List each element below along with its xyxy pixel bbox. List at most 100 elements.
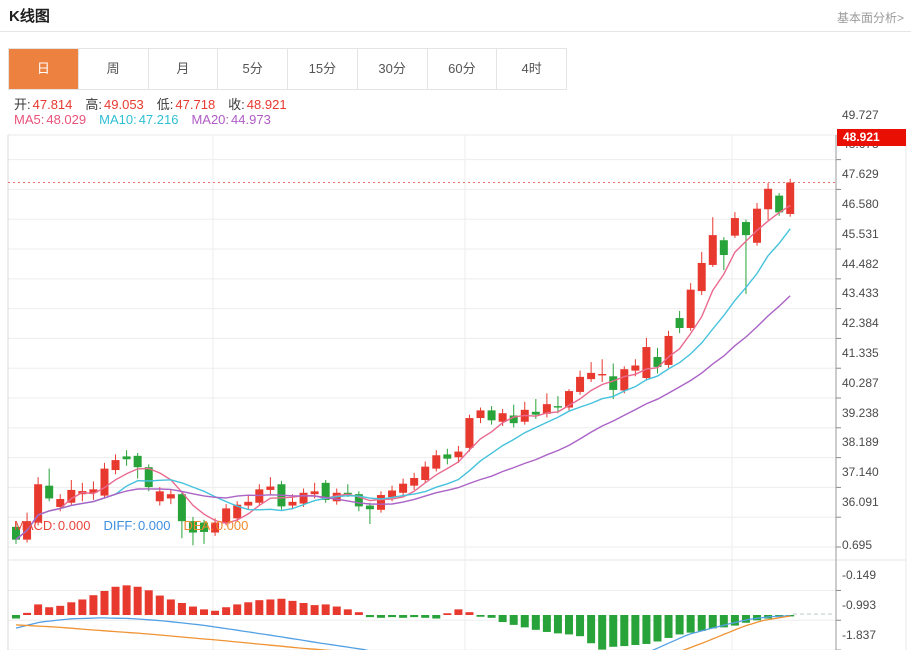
- candle-body: [421, 467, 429, 480]
- macd-hist-bar: [23, 613, 31, 615]
- candle-body: [410, 478, 418, 486]
- macd-hist-bar: [34, 604, 42, 615]
- axis-tick-label: 0.695: [842, 538, 872, 552]
- axis-tick-label: 39.238: [842, 406, 879, 420]
- candle-body: [731, 218, 739, 236]
- tab-5分[interactable]: 5分: [218, 49, 288, 89]
- candle-body: [554, 406, 562, 407]
- candle-body: [45, 486, 53, 499]
- readout-item: MA10:47.216: [99, 112, 178, 127]
- candle-body: [300, 493, 308, 504]
- axis-tick-label: -0.149: [842, 568, 876, 582]
- axis-tick-label: 49.727: [842, 108, 879, 122]
- axis-tick-label: 38.189: [842, 435, 879, 449]
- macd-hist-bar: [322, 604, 330, 615]
- macd-hist-bar: [510, 615, 518, 625]
- macd-hist-bar: [12, 615, 20, 619]
- candle-body: [576, 377, 584, 392]
- macd-hist-bar: [222, 607, 230, 615]
- macd-hist-bar: [123, 585, 131, 615]
- tab-月[interactable]: 月: [149, 49, 219, 89]
- macd-hist-bar: [477, 615, 485, 617]
- candle-body: [443, 454, 451, 458]
- axis-tick-label: 42.384: [842, 316, 879, 330]
- dea-line: [16, 616, 790, 650]
- macd-hist-bar: [399, 615, 407, 618]
- candle-body: [167, 494, 175, 498]
- interval-tabbar: 日周月5分15分30分60分4时: [8, 48, 567, 90]
- tab-周[interactable]: 周: [79, 49, 149, 89]
- macd-hist-bar: [598, 615, 606, 650]
- macd-hist-bar: [200, 609, 208, 615]
- tab-15分[interactable]: 15分: [288, 49, 358, 89]
- macd-hist-bar: [266, 599, 274, 615]
- candle-body: [775, 196, 783, 213]
- macd-hist-bar: [45, 607, 53, 615]
- macd-hist-bar: [554, 615, 562, 633]
- candle-body: [266, 487, 274, 490]
- tab-日[interactable]: 日: [9, 49, 79, 89]
- macd-hist-bar: [289, 601, 297, 615]
- macd-hist-bar: [709, 615, 717, 628]
- page-title: K线图: [9, 5, 50, 26]
- ma20-line: [16, 296, 790, 540]
- candle-body: [488, 410, 496, 420]
- candle-body: [687, 290, 695, 328]
- macd-hist-bar: [543, 615, 551, 632]
- header-divider: [0, 31, 911, 32]
- candle-body: [720, 240, 728, 255]
- readout-item: MA20:44.973: [191, 112, 270, 127]
- macd-hist-bar: [388, 615, 396, 617]
- macd-hist-bar: [532, 615, 540, 630]
- axis-tick-label: 45.531: [842, 227, 879, 241]
- macd-hist-bar: [488, 615, 496, 618]
- macd-hist-bar: [432, 615, 440, 619]
- candle-body: [123, 456, 131, 459]
- candle-body: [465, 418, 473, 448]
- fundamental-analysis-link[interactable]: 基本面分析>: [837, 9, 904, 26]
- macd-hist-bar: [443, 613, 451, 615]
- macd-hist-bar: [56, 606, 64, 615]
- last-price-tag: 48.921: [837, 129, 906, 146]
- axis-tick-label: 36.091: [842, 495, 879, 509]
- macd-hist-bar: [233, 604, 241, 615]
- macd-hist-bar: [642, 615, 650, 644]
- candle-body: [432, 455, 440, 468]
- tab-4时[interactable]: 4时: [497, 49, 566, 89]
- macd-hist-bar: [255, 600, 263, 615]
- macd-hist-bar: [344, 609, 352, 615]
- candle-body: [598, 374, 606, 375]
- macd-hist-bar: [676, 615, 684, 634]
- macd-hist-bar: [454, 609, 462, 615]
- readout-item: 收:48.921: [228, 97, 286, 112]
- macd-hist-bar: [698, 615, 706, 631]
- candle-body: [709, 235, 717, 265]
- tab-30分[interactable]: 30分: [358, 49, 428, 89]
- candle-body: [609, 376, 617, 390]
- axis-tick-label: 47.629: [842, 167, 879, 181]
- macd-hist-bar: [100, 591, 108, 615]
- chart-area: 开:47.814高:49.053低:47.718收:48.921 MA5:48.…: [0, 90, 911, 643]
- tab-60分[interactable]: 60分: [428, 49, 498, 89]
- macd-hist-bar: [67, 602, 75, 615]
- readout-item: MACD:0.000: [14, 518, 90, 533]
- kline-chart-canvas[interactable]: [0, 90, 911, 650]
- axis-tick-label: 46.580: [842, 197, 879, 211]
- macd-hist-bar: [244, 602, 252, 615]
- macd-hist-bar: [465, 612, 473, 615]
- readout-item: 开:47.814: [14, 97, 72, 112]
- macd-hist-bar: [333, 607, 341, 615]
- candle-body: [477, 410, 485, 418]
- candle-body: [34, 484, 42, 522]
- candle-body: [366, 506, 374, 510]
- candle-body: [454, 452, 462, 458]
- candle-body: [112, 460, 120, 470]
- macd-hist-bar: [609, 615, 617, 647]
- macd-hist-bar: [311, 605, 319, 615]
- macd-hist-bar: [78, 599, 86, 615]
- macd-hist-bar: [421, 615, 429, 618]
- readout-item: DEA:0.000: [183, 518, 248, 533]
- candle-body: [377, 495, 385, 510]
- macd-hist-bar: [366, 615, 374, 617]
- candle-body: [289, 502, 297, 506]
